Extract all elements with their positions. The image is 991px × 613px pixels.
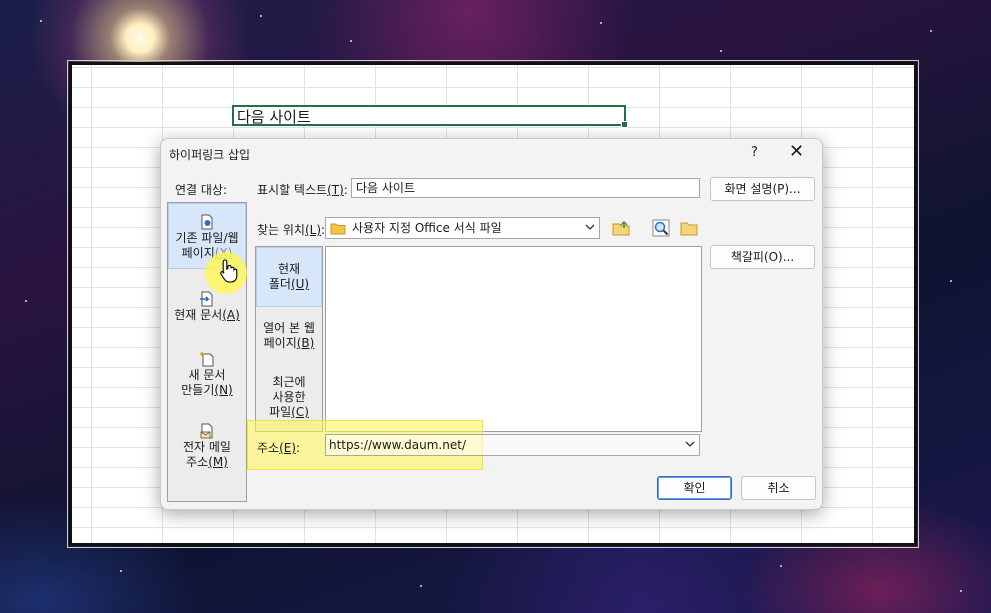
place-label: 파일 [269,405,292,419]
link-bar-label: 새 문서 [188,368,226,382]
display-text-label-text: 표시할 텍스트 [257,183,328,197]
link-bar-item-current-document[interactable]: 현재 문서(A) [168,291,246,323]
places-bar: 현재 폴더(U) 열어 본 웹 페이지(B) 최근에 사용한 파일(C) [255,246,323,432]
dialog-title: 하이퍼링크 삽입 [169,148,251,162]
look-in-value: 사용자 지정 Office 서식 파일 [352,221,502,235]
place-browsed-pages[interactable]: 열어 본 웹 페이지(B) [256,321,322,351]
folder-icon [330,223,346,235]
active-cell-text: 다음 사이트 [237,108,311,126]
open-folder-icon [680,222,698,236]
active-cell[interactable]: 다음 사이트 [232,105,628,128]
fill-handle[interactable] [621,121,628,128]
web-search-icon [652,219,670,237]
address-key: (E) [279,441,297,455]
place-label: 최근에 [272,375,306,389]
existing-file-icon [201,214,213,230]
chevron-down-icon[interactable] [584,220,596,234]
display-text-key: (T) [327,183,344,197]
bookmark-button[interactable]: 책갈피(O)... [710,245,815,269]
browse-web-button[interactable] [650,217,672,239]
chevron-down-icon[interactable] [684,437,696,451]
email-icon [200,423,213,439]
look-in-label-text: 찾는 위치 [257,223,305,237]
look-in-key: (L) [304,223,322,237]
up-folder-button[interactable] [610,217,632,239]
link-bar-key: (A) [222,308,240,322]
up-folder-icon [612,220,630,236]
place-label: 현재 [277,262,301,276]
screentip-button[interactable]: 화면 설명(P)... [710,177,815,201]
link-bar-item-email[interactable]: 전자 메일 주소(M) [168,423,246,470]
hand-cursor-icon [220,259,238,283]
place-key: (C) [291,405,309,419]
place-label: 열어 본 웹 [263,321,315,335]
link-bar-label: 주소 [186,455,209,469]
place-recent-files[interactable]: 최근에 사용한 파일(C) [256,375,322,420]
close-button[interactable]: ✕ [789,142,804,162]
address-combo[interactable]: https://www.daum.net/ [325,434,700,456]
cancel-button[interactable]: 취소 [741,476,816,500]
place-label: 사용한 [272,390,306,404]
display-text-input[interactable]: 다음 사이트 [351,178,700,198]
look-in-combo[interactable]: 사용자 지정 Office 서식 파일 [325,217,600,239]
link-bar-label: 만들기 [181,383,215,397]
place-key: (B) [296,336,315,350]
link-bar-key: (M) [208,455,228,469]
link-bar-label: 현재 문서 [174,308,223,322]
display-text-label: 표시할 텍스트(T): [257,183,348,197]
address-label: 주소(E): [257,441,301,455]
ok-button[interactable]: 확인 [657,476,732,500]
link-bar-label: 기존 파일/웹 [175,231,239,245]
link-bar-label: 전자 메일 [183,440,231,454]
address-value: https://www.daum.net/ [329,438,466,452]
new-document-icon [200,352,214,367]
link-to-bar: 기존 파일/웹 페이지(X) 현재 문서(A) 새 문서 만들기(N) 전자 메… [167,202,247,502]
look-in-label: 찾는 위치(L): [257,223,326,237]
browse-file-button[interactable] [678,217,700,239]
link-to-label: 연결 대상: [175,183,228,197]
place-label: 폴더 [268,277,291,291]
file-list[interactable] [325,246,702,432]
insert-hyperlink-dialog: 하이퍼링크 삽입 ? ✕ 연결 대상: 표시할 텍스트(T): 다음 사이트 화… [160,138,823,510]
place-label: 페이지 [263,336,297,350]
place-current-folder[interactable]: 현재 폴더(U) [256,247,322,307]
address-label-text: 주소 [257,441,280,455]
help-button[interactable]: ? [751,145,758,160]
place-key: (U) [290,277,310,291]
link-bar-item-new-document[interactable]: 새 문서 만들기(N) [168,351,246,398]
link-bar-key: (N) [214,383,233,397]
current-document-icon [200,291,213,307]
